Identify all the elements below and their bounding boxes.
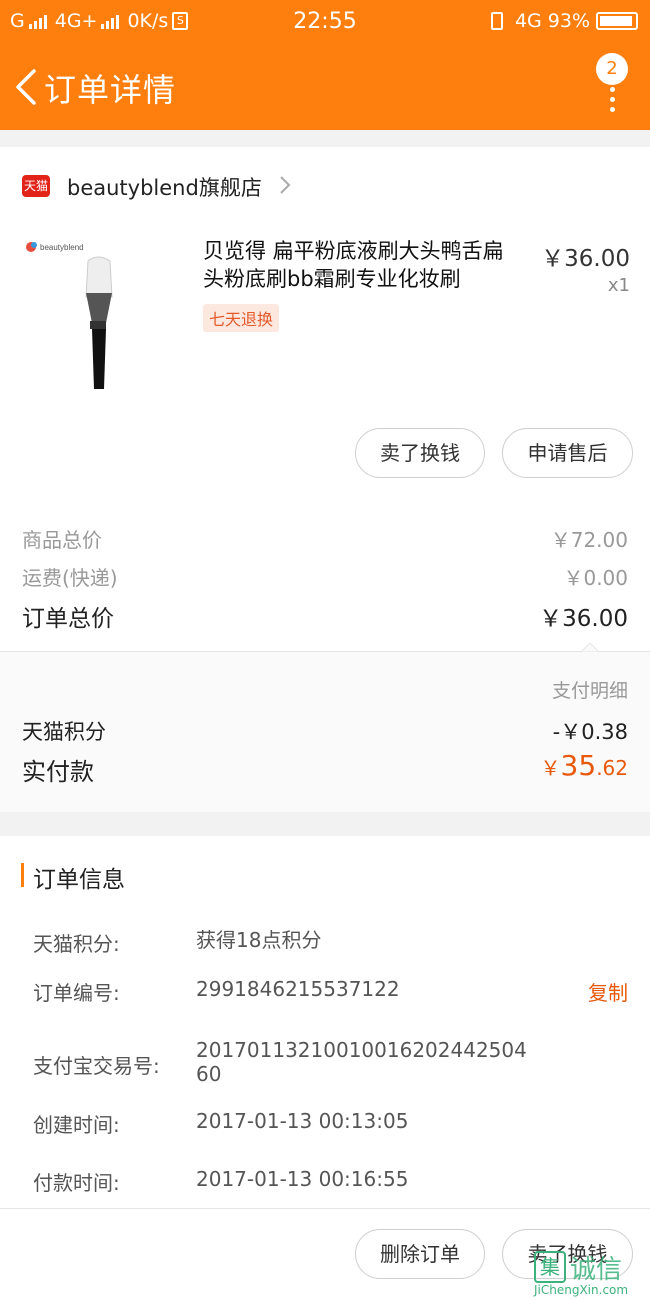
info-label: 支付宝交易号: [33, 1054, 160, 1078]
shop-name: beautyblend旗舰店 [67, 176, 262, 200]
info-value: 2991846215537122 [196, 977, 400, 1001]
after-sales-button[interactable]: 申请售后 [502, 428, 633, 478]
actual-paid-currency: ￥ [540, 756, 561, 780]
vibrate-icon [490, 12, 503, 30]
info-label: 天猫积分: [33, 932, 120, 956]
more-menu-button[interactable]: 2 [596, 53, 632, 113]
goods-total-value: ￥72.00 [550, 528, 628, 552]
watermark-icon: 集 [534, 1251, 566, 1283]
page-title: 订单详情 [44, 71, 177, 109]
network-label-2: 4G [514, 10, 542, 32]
watermark-text: 诚信 [570, 1255, 623, 1285]
section-accent-bar [21, 863, 24, 887]
watermark-logo: 集 诚信 JiChengXin.com [534, 1245, 646, 1297]
order-info-title: 订单信息 [33, 867, 125, 893]
points-deduction-row: 天猫积分 -￥0.38 [22, 716, 628, 746]
back-arrow-icon[interactable] [12, 67, 42, 107]
battery-percent: 93% [547, 10, 590, 32]
points-deduction-label: 天猫积分 [22, 720, 106, 744]
product-quantity: x1 [607, 275, 630, 296]
copy-order-number-button[interactable]: 复制 [588, 977, 628, 1006]
actual-paid-row: 实付款 ￥35.62 [22, 749, 628, 787]
info-value: 2017-01-13 00:16:55 [196, 1167, 409, 1191]
actual-paid-integer: 35 [560, 749, 597, 782]
product-title[interactable]: 贝览得 扁平粉底液刷大头鸭舌扁头粉底刷bb霜刷专业化妆刷 [203, 237, 523, 293]
points-deduction-value: -￥0.38 [552, 720, 628, 744]
divider [0, 1208, 650, 1209]
battery-icon [596, 12, 638, 30]
order-info-card: 订单信息 天猫积分: 获得18点积分 订单编号: 299184621553712… [0, 836, 650, 1300]
order-total-label: 订单总价 [22, 606, 114, 632]
status-bar: G 4G+ 0K/s S 22:55 4G 93% [0, 0, 650, 45]
shipping-label: 运费(快递) [22, 566, 118, 590]
delete-order-button[interactable]: 删除订单 [355, 1229, 485, 1279]
more-dots-icon [610, 87, 615, 117]
actual-paid-label: 实付款 [22, 758, 94, 786]
order-card: 天猫 beautyblend旗舰店 beautyblend 贝览得 扁平粉底液刷… [0, 147, 650, 812]
payment-detail-label: 支付明细 [551, 680, 628, 702]
chevron-right-icon [280, 176, 291, 194]
watermark-url: JiChengXin.com [534, 1283, 629, 1297]
status-right: 4G 93% [490, 10, 638, 32]
shipping-value: ￥0.00 [563, 566, 628, 590]
actual-paid-decimal: .62 [596, 756, 628, 780]
payment-detail-box: 支付明细 天猫积分 -￥0.38 实付款 ￥35.62 [0, 651, 650, 812]
info-value: 2017-01-13 00:13:05 [196, 1109, 409, 1133]
tmall-logo-icon: 天猫 [22, 175, 50, 197]
info-label: 订单编号: [33, 981, 120, 1005]
product-price: ￥36.00 [541, 246, 630, 272]
caret-up-icon [581, 643, 599, 652]
info-label: 付款时间: [33, 1171, 120, 1195]
return-policy-tag: 七天退换 [203, 304, 280, 332]
info-label: 创建时间: [33, 1113, 120, 1137]
brand-logo-text: beautyblend [40, 243, 84, 252]
message-badge: 2 [596, 53, 628, 85]
actual-paid-value: ￥35.62 [541, 749, 628, 782]
goods-total-label: 商品总价 [22, 528, 102, 552]
info-value: 2017011321001001620244250460 [196, 1038, 527, 1086]
sell-for-cash-button[interactable]: 卖了换钱 [355, 428, 485, 478]
nav-bar: 订单详情 2 [0, 45, 650, 130]
order-total-value: ￥36.00 [539, 606, 628, 632]
product-image[interactable]: beautyblend [22, 235, 172, 395]
info-value: 获得18点积分 [196, 928, 322, 952]
shop-row[interactable]: 天猫 beautyblend旗舰店 [0, 165, 650, 207]
